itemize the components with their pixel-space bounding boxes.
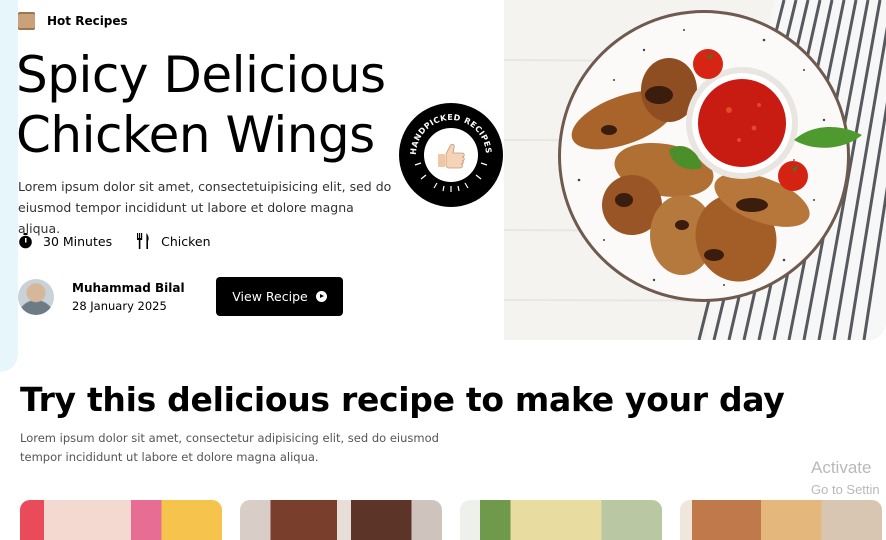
author-block: Muhammad Bilal 28 January 2025 [18, 279, 185, 315]
badge-ring: HANDPICKED RECIPES [399, 103, 503, 207]
handpicked-badge: HANDPICKED RECIPES [398, 102, 504, 208]
watermark-line2: Go to Settin [811, 482, 880, 497]
hero-description: Lorem ipsum dolor sit amet, consectetuip… [18, 179, 392, 236]
recipe-card-image[interactable] [460, 500, 662, 540]
recipe-card-image[interactable] [240, 500, 442, 540]
recipe-card-image[interactable] [680, 500, 882, 540]
hero-label: Hot Recipes [18, 12, 128, 30]
watermark-line1: Activate [811, 458, 872, 477]
avatar [18, 279, 54, 315]
author-date: 28 January 2025 [72, 299, 167, 313]
section-title: Try this delicious recipe to make your d… [20, 380, 785, 419]
play-icon [315, 291, 327, 302]
recipe-time: 30 Minutes [18, 233, 112, 249]
fork-knife-icon [137, 233, 149, 249]
recipe-category: Chicken [136, 233, 211, 249]
author-name: Muhammad Bilal [72, 281, 185, 295]
section-description: Lorem ipsum dolor sit amet, consectetur … [20, 431, 439, 464]
recipe-time-text: 30 Minutes [43, 233, 113, 249]
activation-watermark: Activate Go to Settin [811, 458, 880, 497]
scroll-icon [18, 12, 35, 30]
stopwatch-icon [19, 233, 32, 249]
author-info: Muhammad Bilal 28 January 2025 [72, 281, 185, 313]
hero-title-line1: Spicy Delicious [16, 46, 386, 104]
hero-title-line2: Chicken Wings [16, 106, 375, 164]
recipe-cards [20, 500, 882, 540]
recipe-meta: 30 Minutes Chicken [18, 233, 211, 249]
view-recipe-label: View Recipe [232, 289, 308, 304]
recipe-card-image[interactable] [20, 500, 222, 540]
view-recipe-button[interactable]: View Recipe [216, 277, 343, 316]
recipe-category-text: Chicken [161, 233, 211, 249]
hero-label-text: Hot Recipes [47, 14, 128, 28]
chicken-wings-image [504, 0, 886, 340]
hero-title: Spicy Delicious Chicken Wings [16, 45, 436, 165]
